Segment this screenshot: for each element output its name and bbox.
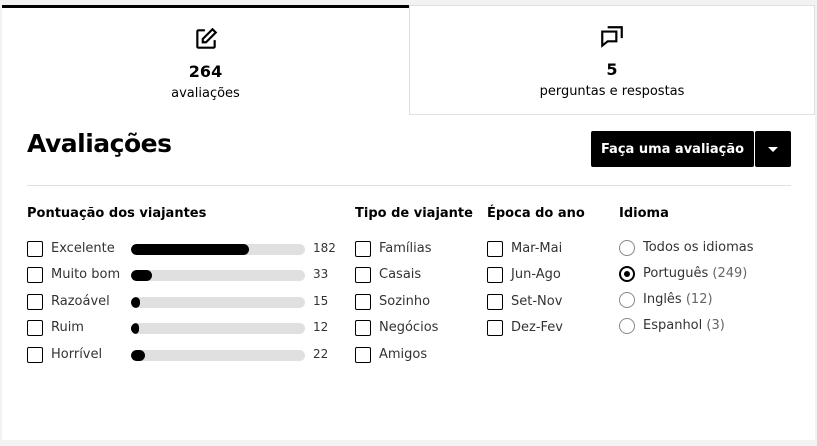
checkbox[interactable] [487, 241, 503, 257]
rating-bar-fill [131, 244, 250, 255]
rating-bar-fill [131, 323, 139, 334]
checkbox[interactable] [355, 241, 371, 257]
rating-label: Excelente [51, 241, 115, 256]
traveler-type-label: Casais [379, 267, 422, 282]
divider [27, 185, 791, 186]
checkbox[interactable] [27, 241, 43, 257]
language-heading: Idioma [619, 206, 669, 221]
language-name: Inglês [643, 292, 682, 307]
language-row[interactable]: Espanhol (3) [619, 318, 799, 336]
rating-row-excelente[interactable]: Excelente 182 [27, 241, 337, 259]
rating-count: 33 [313, 267, 329, 281]
traveler-type-label: Sozinho [379, 294, 431, 309]
season-label: Jun-Ago [511, 267, 561, 282]
rating-bar-fill [131, 270, 152, 281]
reviews-tab-label: avaliações [171, 86, 240, 101]
rating-bar-fill [131, 297, 140, 308]
season-row[interactable]: Jun-Ago [487, 267, 607, 285]
traveler-type-heading: Tipo de viajante [355, 206, 473, 221]
season-label: Dez-Fev [511, 320, 563, 335]
reviews-count: 264 [188, 62, 223, 81]
checkbox[interactable] [27, 294, 43, 310]
language-name: Espanhol [643, 318, 703, 333]
language-name: Todos os idiomas [643, 240, 754, 255]
language-count: (12) [685, 292, 713, 307]
checkbox[interactable] [487, 320, 503, 336]
rating-count: 12 [313, 320, 329, 334]
checkbox[interactable] [27, 347, 43, 363]
traveler-type-label: Famílias [379, 241, 432, 256]
season-row[interactable]: Set-Nov [487, 294, 607, 312]
rating-bar [131, 323, 305, 334]
checkbox[interactable] [487, 267, 503, 283]
checkbox[interactable] [487, 294, 503, 310]
review-options-dropdown-button[interactable] [755, 131, 791, 167]
rating-bar-fill [131, 350, 145, 361]
rating-row-ruim[interactable]: Ruim 12 [27, 320, 337, 338]
chat-bubbles-icon [601, 26, 623, 48]
checkbox[interactable] [355, 267, 371, 283]
language-row[interactable]: Inglês (12) [619, 292, 799, 310]
rating-row-horrvel[interactable]: Horrível 22 [27, 347, 337, 365]
traveler-type-row[interactable]: Famílias [355, 241, 475, 259]
page-title: Avaliações [27, 129, 172, 158]
rating-row-muitobom[interactable]: Muito bom 33 [27, 267, 337, 285]
traveler-type-row[interactable]: Amigos [355, 347, 475, 365]
checkbox[interactable] [27, 267, 43, 283]
checkbox[interactable] [355, 347, 371, 363]
radio-button[interactable] [619, 266, 635, 282]
season-heading: Época do ano [487, 206, 585, 221]
write-review-button[interactable]: Faça uma avaliação [591, 131, 754, 167]
traveler-type-label: Amigos [379, 347, 428, 362]
language-label: Espanhol (3) [643, 318, 725, 333]
traveler-type-row[interactable]: Negócios [355, 320, 475, 338]
language-label: Todos os idiomas [643, 240, 754, 255]
language-count: (249) [712, 266, 748, 281]
ratings-heading: Pontuação dos viajantes [27, 206, 207, 221]
traveler-type-row[interactable]: Casais [355, 267, 475, 285]
questions-tab-label: perguntas e respostas [539, 84, 685, 99]
traveler-type-row[interactable]: Sozinho [355, 294, 475, 312]
rating-count: 182 [313, 241, 336, 255]
radio-button[interactable] [619, 292, 635, 308]
rating-bar [131, 350, 305, 361]
language-count: (3) [706, 318, 725, 333]
rating-label: Horrível [51, 347, 103, 362]
review-tabs: 264 avaliações 5 perguntas e respostas [0, 0, 817, 115]
rating-count: 15 [313, 294, 329, 308]
language-name: Português [643, 266, 709, 281]
rating-count: 22 [313, 347, 329, 361]
season-row[interactable]: Mar-Mai [487, 241, 607, 259]
language-label: Inglês (12) [643, 292, 713, 307]
checkbox[interactable] [27, 320, 43, 336]
rating-label: Muito bom [51, 267, 121, 282]
season-row[interactable]: Dez-Fev [487, 320, 607, 338]
chevron-down-icon [768, 147, 778, 152]
language-row[interactable]: Todos os idiomas [619, 240, 799, 258]
season-label: Set-Nov [511, 294, 563, 309]
tab-questions[interactable]: 5 perguntas e respostas [409, 5, 815, 115]
rating-bar [131, 244, 305, 255]
language-label: Português (249) [643, 266, 747, 281]
rating-bar [131, 297, 305, 308]
rating-label: Ruim [51, 320, 84, 335]
radio-button[interactable] [619, 240, 635, 256]
rating-row-razovel[interactable]: Razoável 15 [27, 294, 337, 312]
rating-bar [131, 270, 305, 281]
season-label: Mar-Mai [511, 241, 563, 256]
reviews-panel: Avaliações Faça uma avaliação Pontuação … [2, 115, 815, 440]
edit-icon [195, 27, 217, 49]
radio-button[interactable] [619, 318, 635, 334]
traveler-type-label: Negócios [379, 320, 439, 335]
language-row[interactable]: Português (249) [619, 266, 799, 284]
checkbox[interactable] [355, 294, 371, 310]
questions-count: 5 [606, 60, 618, 79]
tab-reviews[interactable]: 264 avaliações [2, 5, 409, 115]
rating-label: Razoável [51, 294, 110, 309]
checkbox[interactable] [355, 320, 371, 336]
